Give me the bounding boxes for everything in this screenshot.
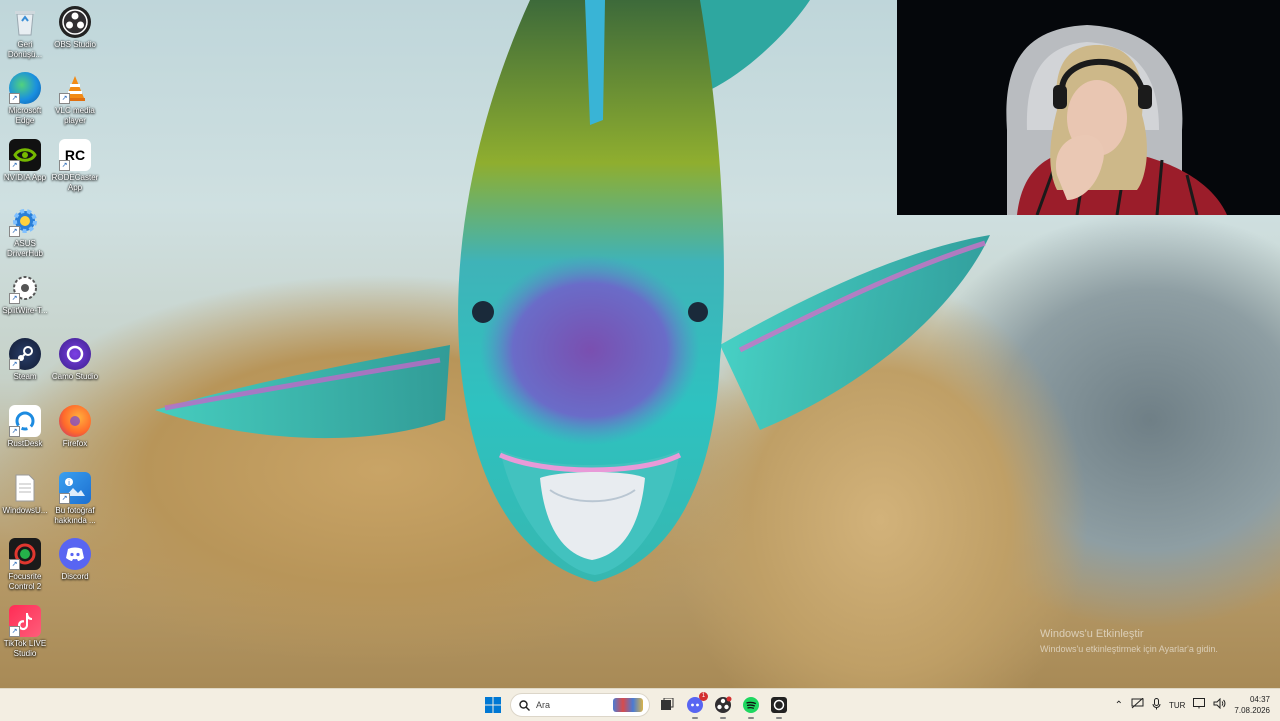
volume-icon[interactable] xyxy=(1213,697,1226,712)
desktop-icon-label: Microsoft Edge xyxy=(8,106,42,125)
display-icon[interactable] xyxy=(1193,698,1206,712)
text-file-icon xyxy=(9,472,41,504)
system-tray: ⌃ TUR 04:37 7.08.2026 xyxy=(1115,689,1280,721)
desktop-icon-text-file[interactable]: WindowsU... xyxy=(0,472,50,516)
vlc-icon: ↗ xyxy=(59,72,91,104)
camera-app-icon xyxy=(771,697,787,713)
microphone-icon[interactable] xyxy=(1152,697,1161,713)
desktop-icon-rodecaster[interactable]: RC ↗ RODECaster App xyxy=(50,139,100,193)
desktop-icon-label: OBS Studio xyxy=(54,40,96,49)
obs-icon xyxy=(715,696,732,713)
taskbar-obs-button[interactable] xyxy=(712,694,734,719)
shortcut-arrow-icon: ↗ xyxy=(9,160,20,171)
desktop-icon-edge[interactable]: ↗ Microsoft Edge xyxy=(0,72,50,126)
running-indicator xyxy=(748,717,754,719)
windows-logo-icon xyxy=(485,697,501,713)
desktop-icon-label: TikTok LIVE Studio xyxy=(3,639,47,658)
nvidia-icon: ↗ xyxy=(9,139,41,171)
shortcut-arrow-icon: ↗ xyxy=(9,359,20,370)
recycle-bin-icon xyxy=(9,6,41,38)
clock-date: 7.08.2026 xyxy=(1234,706,1270,715)
shortcut-arrow-icon: ↗ xyxy=(59,93,70,104)
task-view-icon xyxy=(661,698,674,710)
watermark-title: Windows'u Etkinleştir xyxy=(1040,628,1144,640)
asus-driverhub-icon: ↗ xyxy=(9,205,41,237)
taskbar-center: Ara 1 xyxy=(482,689,790,721)
desktop-icon-label: Camo Studio xyxy=(51,372,99,381)
desktop-icon-label: Firefox xyxy=(62,439,88,448)
taskbar-discord-button[interactable]: 1 xyxy=(684,692,708,719)
taskbar-app-button[interactable] xyxy=(768,694,790,719)
search-icon xyxy=(519,699,530,711)
running-indicator xyxy=(692,717,698,719)
windows-activation-watermark: Windows'u Etkinleştir Windows'u etkinleş… xyxy=(1040,627,1218,657)
desktop-icon-label: Bu fotoğraf hakkında ... xyxy=(54,506,96,525)
discord-icon xyxy=(59,538,91,570)
desktop-icon-label: RODECaster App xyxy=(51,173,99,192)
desktop-icon-focusrite[interactable]: ↗ Focusrite Control 2 xyxy=(0,538,50,592)
notification-badge: 1 xyxy=(699,692,708,701)
photo-info-icon: i ↗ xyxy=(59,472,91,504)
desktop-icon-recycle-bin[interactable]: Geri Dönüşü... xyxy=(0,6,50,60)
desktop-icon-obs-studio[interactable]: OBS Studio xyxy=(50,6,100,50)
desktop-icon-vlc[interactable]: ↗ VLC media player xyxy=(50,72,100,126)
taskbar: Ara 1 ⌃ TUR 04:37 7.08.2026 xyxy=(0,688,1280,721)
taskbar-search-box[interactable]: Ara xyxy=(510,693,650,717)
start-button[interactable] xyxy=(482,694,504,716)
shortcut-arrow-icon: ↗ xyxy=(9,426,20,437)
desktop-icon-label: RustDesk xyxy=(7,439,43,448)
desktop-icon-asus-driverhub[interactable]: ↗ ASUS DriverHub xyxy=(0,205,50,259)
search-placeholder: Ara xyxy=(536,700,551,710)
firefox-icon xyxy=(59,405,91,437)
streamer-camera-feed xyxy=(897,0,1280,215)
input-language-indicator[interactable]: TUR xyxy=(1169,701,1185,710)
splitwire-icon: ↗ xyxy=(9,272,41,304)
desktop-icon-discord[interactable]: Discord xyxy=(50,538,100,582)
desktop-icon-steam[interactable]: ↗ Steam xyxy=(0,338,50,382)
camo-icon xyxy=(59,338,91,370)
edge-icon: ↗ xyxy=(9,72,41,104)
focusrite-icon: ↗ xyxy=(9,538,41,570)
running-indicator xyxy=(720,717,726,719)
search-highlight-image xyxy=(613,698,643,712)
spotify-icon xyxy=(743,697,759,713)
shortcut-arrow-icon: ↗ xyxy=(59,493,70,504)
shortcut-arrow-icon: ↗ xyxy=(9,559,20,570)
desktop-icon-camo-studio[interactable]: Camo Studio xyxy=(50,338,100,382)
desktop-icon-photo-info[interactable]: i ↗ Bu fotoğraf hakkında ... xyxy=(50,472,100,526)
desktop-icon-rustdesk[interactable]: ↗ RustDesk xyxy=(0,405,50,449)
clock-time: 04:37 xyxy=(1249,695,1270,704)
taskbar-spotify-button[interactable] xyxy=(740,694,762,719)
desktop-icon-label: WindowsU... xyxy=(2,506,48,515)
rustdesk-icon: ↗ xyxy=(9,405,41,437)
running-indicator xyxy=(776,717,782,719)
shortcut-arrow-icon: ↗ xyxy=(9,626,20,637)
desktop-icon-firefox[interactable]: Firefox xyxy=(50,405,100,449)
webcam-overlay xyxy=(897,0,1280,215)
shortcut-arrow-icon: ↗ xyxy=(9,93,20,104)
task-view-button[interactable] xyxy=(656,694,678,716)
show-hidden-icons-chevron-icon[interactable]: ⌃ xyxy=(1115,700,1123,711)
desktop-icon-label: SplitWire-T... xyxy=(2,306,48,315)
desktop-icon-tiktok-live[interactable]: ↗ TikTok LIVE Studio xyxy=(0,605,50,659)
desktop-icon-label: VLC media player xyxy=(55,106,95,125)
obs-icon xyxy=(59,6,91,38)
watermark-subtitle: Windows'u etkinleştirmek için Ayarlar'a … xyxy=(1040,644,1218,654)
desktop-icon-label: NVIDIA App xyxy=(3,173,47,182)
desktop-icon-label: Geri Dönüşü... xyxy=(7,40,43,59)
desktop-icon-label: Focusrite Control 2 xyxy=(8,572,42,591)
shortcut-arrow-icon: ↗ xyxy=(59,160,70,171)
tiktok-icon: ↗ xyxy=(9,605,41,637)
desktop-icon-splitwire[interactable]: ↗ SplitWire-T... xyxy=(0,272,50,316)
network-offline-icon[interactable] xyxy=(1131,697,1144,712)
desktop-icon-label: Discord xyxy=(61,572,89,581)
desktop-icon-nvidia[interactable]: ↗ NVIDIA App xyxy=(0,139,50,183)
shortcut-arrow-icon: ↗ xyxy=(9,226,20,237)
rodecaster-icon: RC ↗ xyxy=(59,139,91,171)
desktop-icon-label: ASUS DriverHub xyxy=(6,239,43,258)
shortcut-arrow-icon: ↗ xyxy=(9,293,20,304)
desktop-icon-label: Steam xyxy=(13,372,37,381)
steam-icon: ↗ xyxy=(9,338,41,370)
taskbar-clock[interactable]: 04:37 7.08.2026 xyxy=(1234,694,1270,716)
